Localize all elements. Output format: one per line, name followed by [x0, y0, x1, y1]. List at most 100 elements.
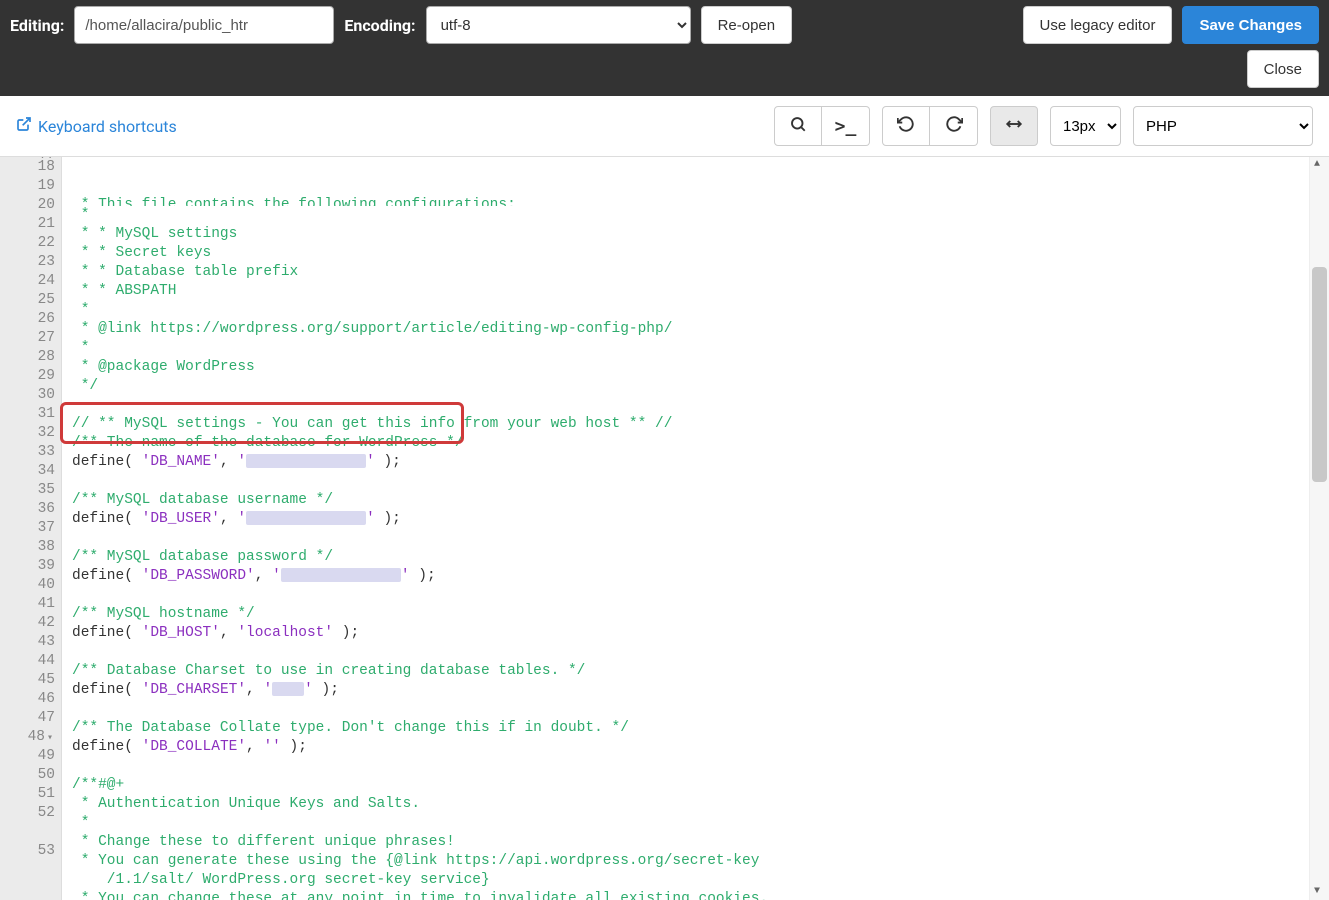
- code-line[interactable]: * * Database table prefix: [72, 263, 1309, 282]
- code-line[interactable]: *: [72, 814, 1309, 833]
- top-toolbar: Editing: Encoding: utf-8 Re-open Use leg…: [0, 0, 1329, 96]
- encoding-select[interactable]: utf-8: [426, 6, 691, 44]
- code-line[interactable]: [72, 643, 1309, 662]
- code-line[interactable]: [72, 396, 1309, 415]
- code-line[interactable]: /** MySQL database password */: [72, 548, 1309, 567]
- undo-icon: [897, 115, 915, 138]
- editing-label: Editing:: [10, 16, 64, 35]
- code-editor[interactable]: 1718192021222324252627282930313233343536…: [0, 157, 1329, 900]
- line-number: 36: [0, 500, 55, 519]
- line-number: 35: [0, 481, 55, 500]
- code-line[interactable]: [72, 757, 1309, 776]
- line-number: 48▾: [0, 728, 55, 747]
- font-size-select[interactable]: 13px: [1050, 106, 1121, 146]
- search-button[interactable]: [774, 106, 822, 146]
- line-number: [0, 823, 55, 842]
- code-line[interactable]: *: [72, 301, 1309, 320]
- line-number: 20: [0, 196, 55, 215]
- line-number: 23: [0, 253, 55, 272]
- code-line[interactable]: [72, 472, 1309, 491]
- line-number: 43: [0, 633, 55, 652]
- line-number: 39: [0, 557, 55, 576]
- toolbar-row-1: Editing: Encoding: utf-8 Re-open Use leg…: [10, 6, 1319, 44]
- line-number: 47: [0, 709, 55, 728]
- line-number: 45: [0, 671, 55, 690]
- line-number: 37: [0, 519, 55, 538]
- legacy-editor-button[interactable]: Use legacy editor: [1023, 6, 1173, 44]
- code-line[interactable]: define( 'DB_USER', '' );: [72, 510, 1309, 529]
- code-line[interactable]: * You can generate these using the {@lin…: [72, 852, 1309, 871]
- code-line[interactable]: * This file contains the following confi…: [72, 196, 1309, 206]
- line-number: 49: [0, 747, 55, 766]
- line-number: 29: [0, 367, 55, 386]
- code-line[interactable]: define( 'DB_COLLATE', '' );: [72, 738, 1309, 757]
- code-line[interactable]: *: [72, 339, 1309, 358]
- code-line[interactable]: */: [72, 377, 1309, 396]
- line-number: 38: [0, 538, 55, 557]
- line-number: 30: [0, 386, 55, 405]
- code-line[interactable]: define( 'DB_HOST', 'localhost' );: [72, 624, 1309, 643]
- code-line[interactable]: /** MySQL hostname */: [72, 605, 1309, 624]
- line-number: 21: [0, 215, 55, 234]
- language-select[interactable]: PHP: [1133, 106, 1313, 146]
- code-line[interactable]: /1.1/salt/ WordPress.org secret-key serv…: [72, 871, 1309, 890]
- code-line[interactable]: * * ABSPATH: [72, 282, 1309, 301]
- scroll-down-icon[interactable]: ▼: [1314, 886, 1326, 898]
- code-line[interactable]: *: [72, 206, 1309, 225]
- code-line[interactable]: * Change these to different unique phras…: [72, 833, 1309, 852]
- code-line[interactable]: [72, 586, 1309, 605]
- word-wrap-button[interactable]: [990, 106, 1038, 146]
- toolbar-row-2: Close: [10, 50, 1319, 88]
- encoding-label: Encoding:: [344, 16, 415, 35]
- code-line[interactable]: * @link https://wordpress.org/support/ar…: [72, 320, 1309, 339]
- code-content[interactable]: * This file contains the following confi…: [62, 157, 1309, 900]
- save-changes-button[interactable]: Save Changes: [1182, 6, 1319, 44]
- line-number: 22: [0, 234, 55, 253]
- scroll-up-icon[interactable]: ▲: [1314, 159, 1326, 171]
- code-line[interactable]: /** Database Charset to use in creating …: [72, 662, 1309, 681]
- line-number: 52: [0, 804, 55, 823]
- line-number-gutter: 1718192021222324252627282930313233343536…: [0, 157, 62, 900]
- line-number: 33: [0, 443, 55, 462]
- line-number: 19: [0, 177, 55, 196]
- code-line[interactable]: define( 'DB_CHARSET', '' );: [72, 681, 1309, 700]
- line-number: 42: [0, 614, 55, 633]
- line-number: 34: [0, 462, 55, 481]
- terminal-button[interactable]: >_: [822, 106, 870, 146]
- line-number: 51: [0, 785, 55, 804]
- file-path-input[interactable]: [74, 6, 334, 44]
- code-line[interactable]: [72, 529, 1309, 548]
- line-number: 50: [0, 766, 55, 785]
- line-number: 44: [0, 652, 55, 671]
- code-line[interactable]: /** MySQL database username */: [72, 491, 1309, 510]
- reopen-button[interactable]: Re-open: [701, 6, 793, 44]
- code-line[interactable]: /** The name of the database for WordPre…: [72, 434, 1309, 453]
- line-number: 28: [0, 348, 55, 367]
- horizontal-arrows-icon: [1004, 115, 1024, 138]
- code-line[interactable]: // ** MySQL settings - You can get this …: [72, 415, 1309, 434]
- line-number: 25: [0, 291, 55, 310]
- line-number: 46: [0, 690, 55, 709]
- line-number: 41: [0, 595, 55, 614]
- code-line[interactable]: * You can change these at any point in t…: [72, 890, 1309, 900]
- code-line[interactable]: define( 'DB_NAME', '' );: [72, 453, 1309, 472]
- code-line[interactable]: [72, 700, 1309, 719]
- keyboard-shortcuts-link[interactable]: Keyboard shortcuts: [16, 116, 177, 136]
- redo-button[interactable]: [930, 106, 978, 146]
- code-line[interactable]: * * Secret keys: [72, 244, 1309, 263]
- code-line[interactable]: * @package WordPress: [72, 358, 1309, 377]
- scrollbar-thumb[interactable]: [1312, 267, 1327, 482]
- vertical-scrollbar[interactable]: ▲ ▼: [1309, 157, 1329, 900]
- line-number: 53: [0, 842, 55, 861]
- code-line[interactable]: /** The Database Collate type. Don't cha…: [72, 719, 1309, 738]
- code-line[interactable]: * * MySQL settings: [72, 225, 1309, 244]
- line-number: 27: [0, 329, 55, 348]
- code-line[interactable]: /**#@+: [72, 776, 1309, 795]
- terminal-icon: >_: [835, 116, 857, 137]
- line-number: 18: [0, 158, 55, 177]
- undo-button[interactable]: [882, 106, 930, 146]
- code-line[interactable]: define( 'DB_PASSWORD', '' );: [72, 567, 1309, 586]
- close-button[interactable]: Close: [1247, 50, 1319, 88]
- line-number: 32: [0, 424, 55, 443]
- code-line[interactable]: * Authentication Unique Keys and Salts.: [72, 795, 1309, 814]
